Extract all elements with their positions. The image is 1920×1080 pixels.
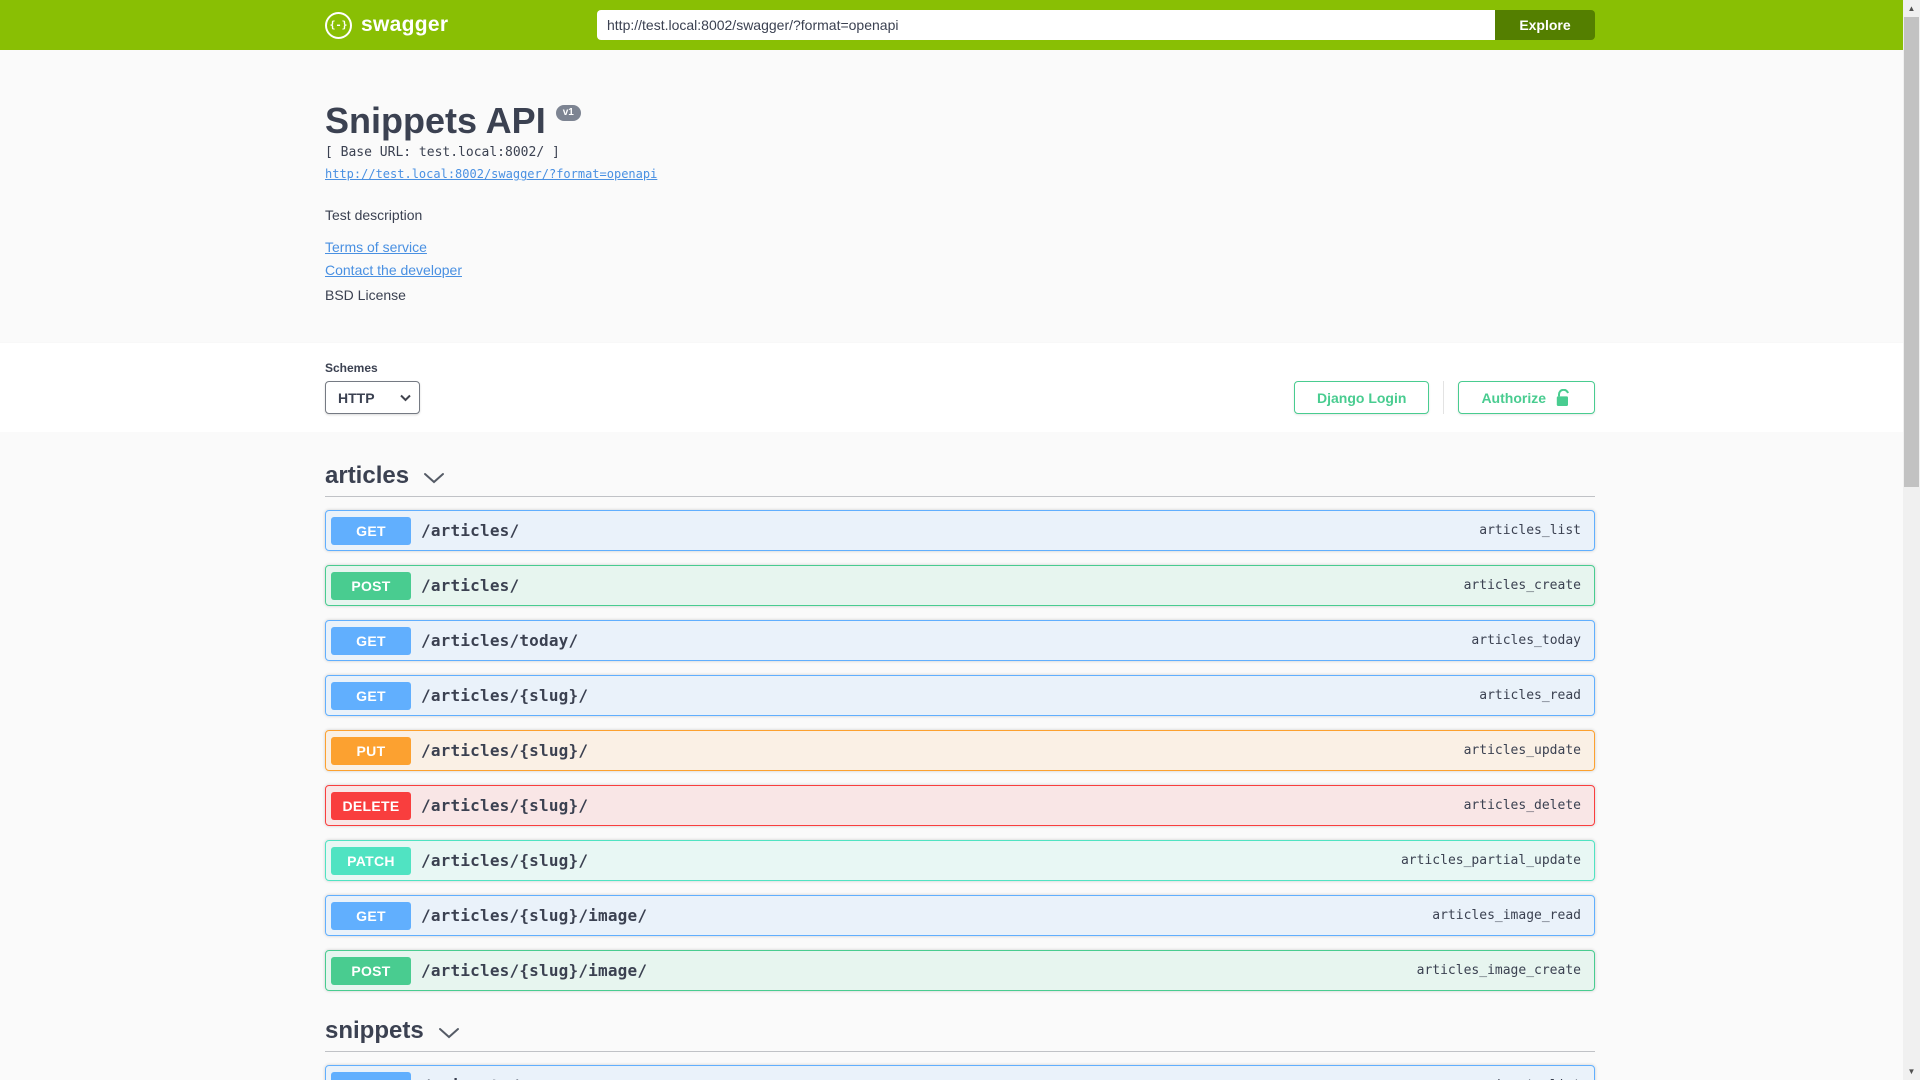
authorize-button[interactable]: Authorize xyxy=(1458,381,1595,415)
method-badge: DELETE xyxy=(331,791,411,820)
method-badge: POST xyxy=(331,571,411,600)
swagger-brand-link[interactable]: {-} swagger xyxy=(325,11,449,39)
tag-header[interactable]: snippets xyxy=(325,1017,1595,1053)
auth-wrapper: Django Login Authorize xyxy=(1294,381,1595,415)
endpoint-path: /articles/{slug}/image/ xyxy=(421,961,648,981)
tag-title: articles xyxy=(325,462,410,490)
topbar: {-} swagger Explore xyxy=(0,0,1920,50)
tag-header[interactable]: articles xyxy=(325,462,1595,498)
page-title: Snippets API v1 xyxy=(325,100,1595,141)
auth-divider xyxy=(1443,381,1445,415)
operation-id: articles_image_read xyxy=(1432,908,1581,924)
spec-link[interactable]: http://test.local:8002/swagger/?format=o… xyxy=(325,167,657,181)
endpoint-path: /articles/today/ xyxy=(421,631,579,651)
method-badge: PUT xyxy=(331,736,411,765)
swagger-logo-glyph: {-} xyxy=(329,19,348,31)
spec-url-input[interactable] xyxy=(597,10,1495,40)
explore-button[interactable]: Explore xyxy=(1495,10,1595,40)
tag-section: articles GET /articles/ articles_list PO… xyxy=(325,462,1595,992)
schemes-label: Schemes xyxy=(325,361,378,376)
scroll-up-icon[interactable]: ▲ xyxy=(1903,0,1920,17)
chevron-down-icon xyxy=(423,472,445,484)
schemes-group: Schemes HTTP xyxy=(325,361,420,415)
operation-id: articles_read xyxy=(1479,688,1581,704)
operation-row[interactable]: GET /articles/{slug}/ articles_read xyxy=(325,675,1595,717)
operation-row[interactable]: POST /articles/ articles_create xyxy=(325,565,1595,607)
operation-id: articles_create xyxy=(1463,578,1581,594)
operation-id: articles_delete xyxy=(1463,798,1581,814)
api-sections: articles GET /articles/ articles_list PO… xyxy=(325,462,1595,1080)
method-badge: GET xyxy=(331,516,411,545)
api-title-text: Snippets API xyxy=(325,100,546,141)
operation-row[interactable]: PUT /articles/{slug}/ articles_update xyxy=(325,730,1595,772)
method-badge: GET xyxy=(331,901,411,930)
unlock-icon xyxy=(1556,388,1572,407)
operations-section: articles GET /articles/ articles_list PO… xyxy=(0,432,1920,1080)
base-url: [ Base URL: test.local:8002/ ] xyxy=(325,145,560,161)
endpoint-path: /articles/ xyxy=(421,521,520,541)
api-info-section: Snippets API v1 [ Base URL: test.local:8… xyxy=(0,50,1920,344)
django-login-button[interactable]: Django Login xyxy=(1294,381,1430,415)
operation-row[interactable]: POST /articles/{slug}/image/ articles_im… xyxy=(325,950,1595,992)
brand-name: swagger xyxy=(361,13,449,36)
license-text: BSD License xyxy=(325,287,406,304)
operation-row[interactable]: GET /articles/{slug}/image/ articles_ima… xyxy=(325,895,1595,937)
operation-row[interactable]: GET /articles/today/ articles_today xyxy=(325,620,1595,662)
tag-section: snippets GET /snippets/ snippets_list xyxy=(325,1005,1595,1080)
operation-id: articles_today xyxy=(1471,633,1581,649)
scheme-select[interactable]: HTTP xyxy=(325,381,420,415)
authorize-label: Authorize xyxy=(1481,389,1546,406)
endpoint-path: /articles/{slug}/ xyxy=(421,686,589,706)
tag-title: snippets xyxy=(325,1017,424,1045)
scheme-container: Schemes HTTP Django Login Authorize xyxy=(0,343,1920,433)
endpoint-path: /articles/{slug}/ xyxy=(421,796,589,816)
spec-url-form: Explore xyxy=(597,10,1595,40)
method-badge: POST xyxy=(331,956,411,985)
chevron-down-icon xyxy=(438,1027,460,1039)
operation-id: articles_image_create xyxy=(1416,963,1581,979)
operation-id: articles_partial_update xyxy=(1400,853,1581,869)
operation-id: articles_list xyxy=(1479,523,1581,539)
method-badge: GET xyxy=(331,626,411,655)
operation-row[interactable]: DELETE /articles/{slug}/ articles_delete xyxy=(325,785,1595,827)
endpoint-path: /articles/{slug}/ xyxy=(421,851,589,871)
scroll-down-icon[interactable]: ▼ xyxy=(1903,1063,1920,1080)
operations-list: GET /articles/ articles_list POST /artic… xyxy=(325,497,1595,992)
operations-list: GET /snippets/ snippets_list xyxy=(325,1052,1595,1080)
contact-developer-link[interactable]: Contact the developer xyxy=(325,262,462,278)
api-description: Test description xyxy=(325,207,423,224)
scrollbar-thumb[interactable] xyxy=(1904,17,1919,487)
terms-of-service-link[interactable]: Terms of service xyxy=(325,239,427,255)
endpoint-path: /snippets/ xyxy=(421,1076,1479,1080)
endpoint-path: /articles/{slug}/ xyxy=(421,741,589,761)
version-badge: v1 xyxy=(555,105,581,121)
operation-id: articles_update xyxy=(1463,743,1581,759)
method-badge: GET xyxy=(331,681,411,710)
scroll-down-glyph: ▼ xyxy=(1907,1067,1916,1076)
operation-row[interactable]: GET /snippets/ snippets_list xyxy=(325,1065,1595,1080)
endpoint-path: /articles/ xyxy=(421,576,520,596)
scrollbar[interactable]: ▲ ▼ xyxy=(1903,0,1920,1080)
endpoint-path: /articles/{slug}/image/ xyxy=(421,906,648,926)
swagger-logo-icon: {-} xyxy=(325,11,352,39)
operation-row[interactable]: PATCH /articles/{slug}/ articles_partial… xyxy=(325,840,1595,882)
method-badge: PATCH xyxy=(331,846,411,875)
scroll-up-glyph: ▲ xyxy=(1907,4,1916,13)
method-badge: GET xyxy=(331,1071,411,1080)
operation-row[interactable]: GET /articles/ articles_list xyxy=(325,510,1595,552)
